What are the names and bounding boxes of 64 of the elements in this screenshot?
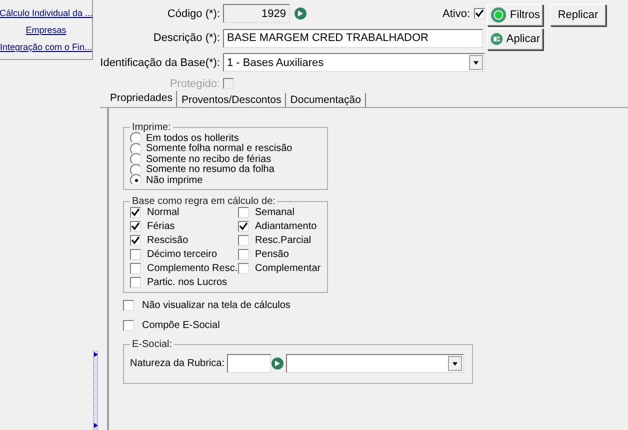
- checkbox-label: Complemento Resc.: [147, 263, 238, 274]
- checkbox[interactable]: [130, 207, 141, 218]
- field-label: Código (*):: [166, 8, 220, 20]
- radio-button[interactable]: [130, 153, 142, 166]
- option-label: Somente no resumo da folha: [146, 164, 274, 176]
- field-label: Identificação da Base(*):: [100, 56, 220, 69]
- field-label: Descrição (*):: [152, 32, 220, 44]
- checkbox[interactable]: [130, 277, 141, 288]
- splitter-handle[interactable]: [93, 350, 98, 430]
- apply-button[interactable]: Aplicar: [487, 28, 543, 50]
- checkbox-label: Não visualizar na tela de cálculos: [142, 300, 290, 311]
- group-title: Base como regra em cálculo de:: [131, 196, 276, 206]
- checkbox[interactable]: [238, 221, 249, 232]
- option-label: Somente folha normal e rescisão: [146, 143, 292, 154]
- replicate-button[interactable]: Replicar: [550, 4, 606, 26]
- description-field[interactable]: BASE MARGEM CRED TRABALHADOR: [223, 28, 483, 48]
- checkbox[interactable]: [123, 300, 134, 311]
- nature-code-field[interactable]: [226, 354, 270, 372]
- sidebar-link[interactable]: Integração com o Fin...: [0, 39, 92, 55]
- option-label: Somente no recibo de férias: [146, 154, 272, 165]
- field-label: Ativo:: [442, 8, 470, 20]
- radio-button[interactable]: [130, 164, 142, 176]
- radio-button[interactable]: [130, 174, 142, 186]
- caret-icon[interactable]: [448, 356, 462, 370]
- code-field[interactable]: 1929: [223, 4, 290, 24]
- checkbox[interactable]: [238, 207, 249, 218]
- caret-icon[interactable]: [469, 55, 483, 70]
- checkbox-label: Semanal: [255, 207, 294, 218]
- group-title: Imprime:: [131, 122, 172, 133]
- base-dropdown[interactable]: 1 - Bases Auxiliares: [223, 53, 485, 72]
- checkbox-label: Partic. nos Lucros: [147, 277, 228, 288]
- radio-button[interactable]: [130, 142, 142, 155]
- arrow-circle-icon[interactable]: [270, 356, 284, 370]
- checkbox-label: Normal: [147, 207, 180, 218]
- checkbox[interactable]: [130, 249, 141, 260]
- radio-button[interactable]: [130, 132, 142, 144]
- checkbox[interactable]: [123, 320, 134, 331]
- active-checkbox[interactable]: [474, 8, 485, 20]
- checkbox-label: Adiantamento: [255, 221, 317, 232]
- field-label: Natureza da Rubrica:: [130, 358, 224, 368]
- checkbox-label: Pensão: [255, 249, 289, 260]
- checkbox[interactable]: [238, 249, 249, 260]
- checkbox-label: Resc.Parcial: [255, 235, 312, 246]
- circle-icon: [490, 6, 508, 24]
- option-label: Em todos os hollerits: [146, 132, 239, 144]
- apply-icon: [490, 30, 504, 48]
- sidebar-link[interactable]: Empresas: [26, 22, 66, 38]
- checkbox[interactable]: [130, 221, 141, 232]
- checkbox[interactable]: [238, 263, 249, 274]
- nature-dropdown[interactable]: [286, 354, 464, 372]
- checkbox-label: Rescisão: [147, 235, 188, 246]
- group-title: E-Social:: [131, 338, 174, 350]
- option-label: Não imprime: [146, 174, 203, 186]
- field-label: Protegido:: [168, 78, 220, 90]
- checkbox-label: Décimo terceiro: [147, 249, 218, 260]
- arrow-circle-icon[interactable]: [294, 7, 307, 20]
- checkbox-label: Compõe E-Social: [142, 320, 220, 331]
- checkbox-label: Férias: [147, 221, 175, 232]
- sidebar-link[interactable]: Cálculo Individual da ...: [0, 5, 93, 21]
- checkbox[interactable]: [130, 263, 141, 274]
- checkbox-label: Complementar: [255, 263, 321, 274]
- filter-button[interactable]: Filtros: [487, 4, 543, 26]
- checkbox[interactable]: [130, 235, 141, 246]
- checkbox[interactable]: [238, 235, 249, 246]
